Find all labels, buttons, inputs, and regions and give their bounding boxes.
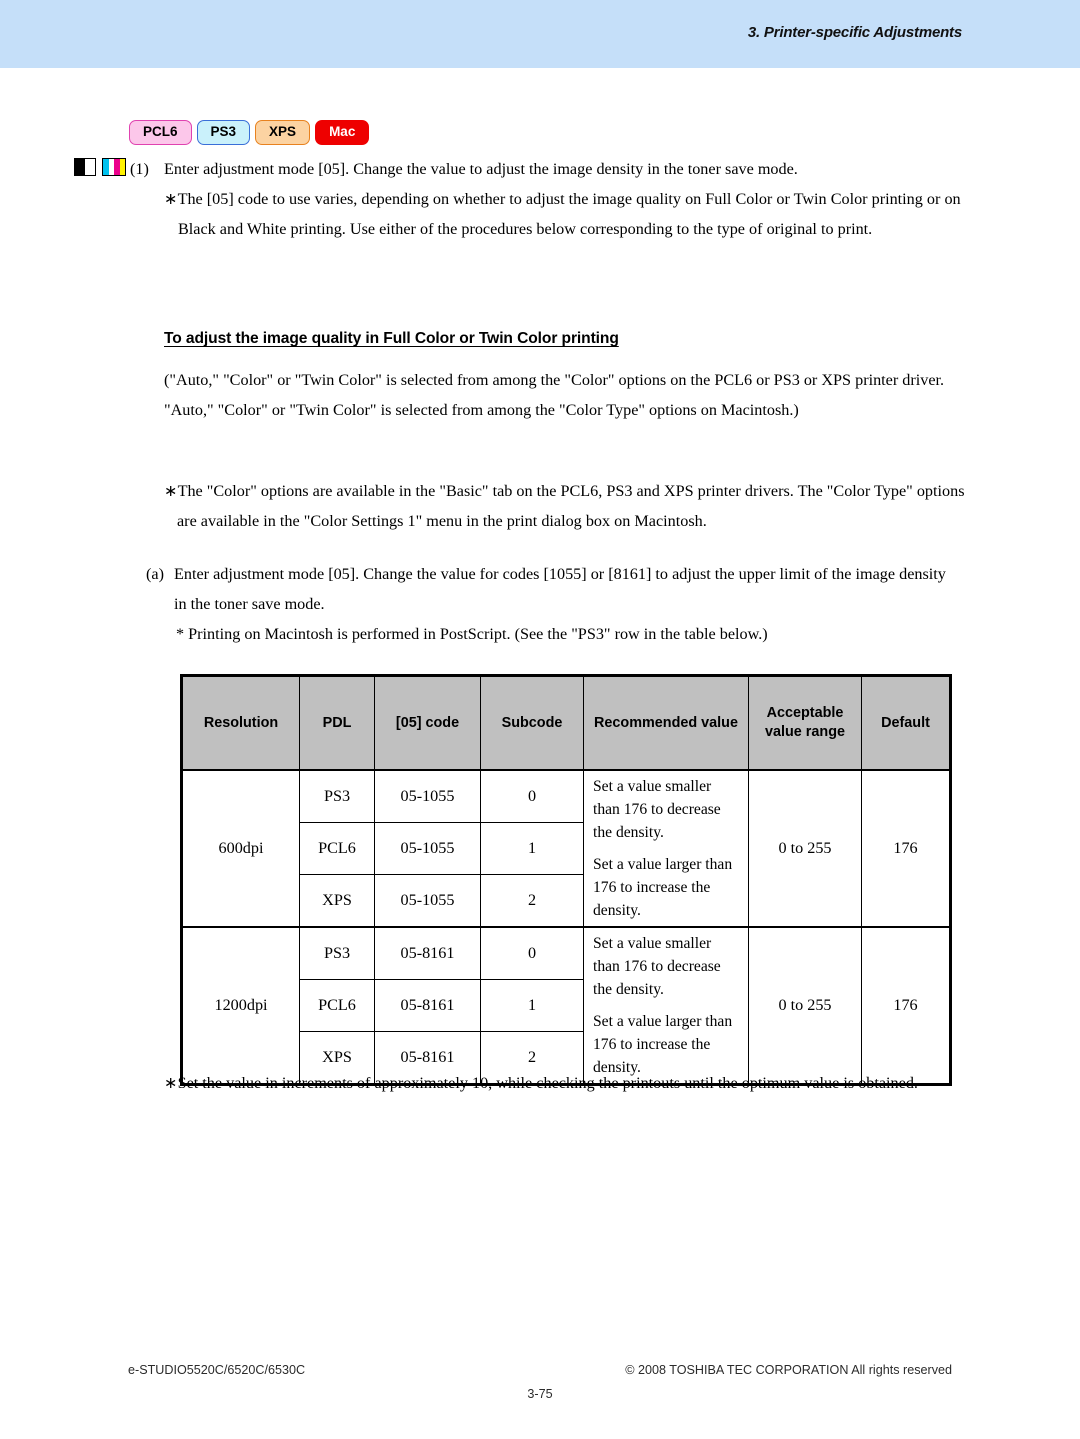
cell-pdl: PS3 (299, 769, 375, 823)
column-header-pdl: PDL (299, 675, 375, 771)
cell-pdl: PCL6 (299, 822, 375, 875)
cell-code: 05-1055 (374, 769, 481, 823)
cell-code: 05-8161 (374, 979, 481, 1032)
cell-code: 05-1055 (374, 822, 481, 875)
cell-recommended-value: Set a value smaller than 176 to decrease… (583, 769, 749, 928)
cell-resolution: 1200dpi (181, 926, 300, 1085)
cell-pdl: PS3 (299, 926, 375, 980)
column-header-default: Default (861, 675, 951, 771)
page-running-header: 3. Printer-specific Adjustments (0, 0, 1080, 68)
cell-code: 05-1055 (374, 873, 481, 928)
cell-subcode: 2 (480, 873, 584, 928)
cell-default: 176 (861, 769, 951, 928)
page-footer: e-STUDIO5520C/6520C/6530C © 2008 TOSHIBA… (0, 1355, 1080, 1425)
cell-acceptable-range: 0 to 255 (748, 926, 862, 1085)
cell-recommended-value: Set a value smaller than 176 to decrease… (583, 926, 749, 1085)
section-body-paragraph: ("Auto," "Color" or "Twin Color" is sele… (164, 371, 945, 419)
black-white-mode-icon (74, 158, 96, 176)
cell-acceptable-range: 0 to 255 (748, 769, 862, 928)
table-row: 600dpi PS3 05-1055 0 Set a value smaller… (181, 769, 951, 928)
step-a-note: * Printing on Macintosh is performed in … (176, 625, 768, 643)
cell-code: 05-8161 (374, 926, 481, 980)
cell-pdl: PCL6 (299, 979, 375, 1032)
column-header-resolution: Resolution (181, 675, 300, 771)
badge-ps3: PS3 (196, 120, 251, 145)
driver-badge-row: PCL6 PS3 XPS Mac (129, 120, 370, 145)
recommended-text-increase: Set a value larger than 176 to increase … (593, 1013, 733, 1076)
step-1-note: ∗The [05] code to use varies, depending … (164, 190, 961, 238)
section-heading: To adjust the image quality in Full Colo… (164, 330, 619, 347)
adjustment-code-table: Resolution PDL [05] code Subcode Recomme… (180, 674, 952, 1086)
table-footnote: ∗Set the value in increments of approxim… (164, 1074, 918, 1092)
cell-subcode: 1 (480, 822, 584, 875)
recommended-text-gap (593, 844, 740, 853)
step-1-label: (1) (130, 160, 149, 178)
recommended-text-gap (593, 1001, 740, 1010)
footer-page-number: 3-75 (527, 1387, 553, 1401)
cell-resolution: 600dpi (181, 769, 300, 928)
step-1-paragraph: (1) Enter adjustment mode [05]. Change t… (130, 154, 960, 184)
cell-subcode: 1 (480, 979, 584, 1032)
full-color-mode-icon (102, 158, 126, 176)
step-a-paragraph: (a) Enter adjustment mode [05]. Change t… (146, 559, 958, 619)
recommended-text-decrease: Set a value smaller than 176 to decrease… (593, 778, 721, 841)
badge-mac: Mac (315, 120, 370, 145)
column-header-recommended-value: Recommended value (583, 675, 749, 771)
step-a-label: (a) (146, 565, 164, 583)
recommended-text-increase: Set a value larger than 176 to increase … (593, 856, 733, 919)
footer-model: e-STUDIO5520C/6520C/6530C (128, 1363, 306, 1377)
column-header-code: [05] code (374, 675, 481, 771)
cell-default: 176 (861, 926, 951, 1085)
cell-pdl: XPS (299, 873, 375, 928)
column-header-subcode: Subcode (480, 675, 584, 771)
badge-pcl6: PCL6 (129, 120, 192, 145)
cell-subcode: 0 (480, 926, 584, 980)
step-1-text: Enter adjustment mode [05]. Change the v… (164, 160, 798, 178)
table-row: 1200dpi PS3 05-8161 0 Set a value smalle… (181, 926, 951, 1085)
table-header-row: Resolution PDL [05] code Subcode Recomme… (181, 675, 951, 771)
column-header-acceptable-range: Acceptable value range (748, 675, 862, 771)
mode-icon-group (74, 158, 126, 176)
section-note: ∗The "Color" options are available in th… (164, 482, 965, 530)
chapter-title: 3. Printer-specific Adjustments (747, 24, 962, 41)
recommended-text-decrease: Set a value smaller than 176 to decrease… (593, 935, 721, 998)
step-a-text: Enter adjustment mode [05]. Change the v… (174, 565, 946, 613)
cell-subcode: 0 (480, 769, 584, 823)
badge-xps: XPS (255, 120, 311, 145)
footer-copyright: © 2008 TOSHIBA TEC CORPORATION All right… (625, 1363, 952, 1377)
